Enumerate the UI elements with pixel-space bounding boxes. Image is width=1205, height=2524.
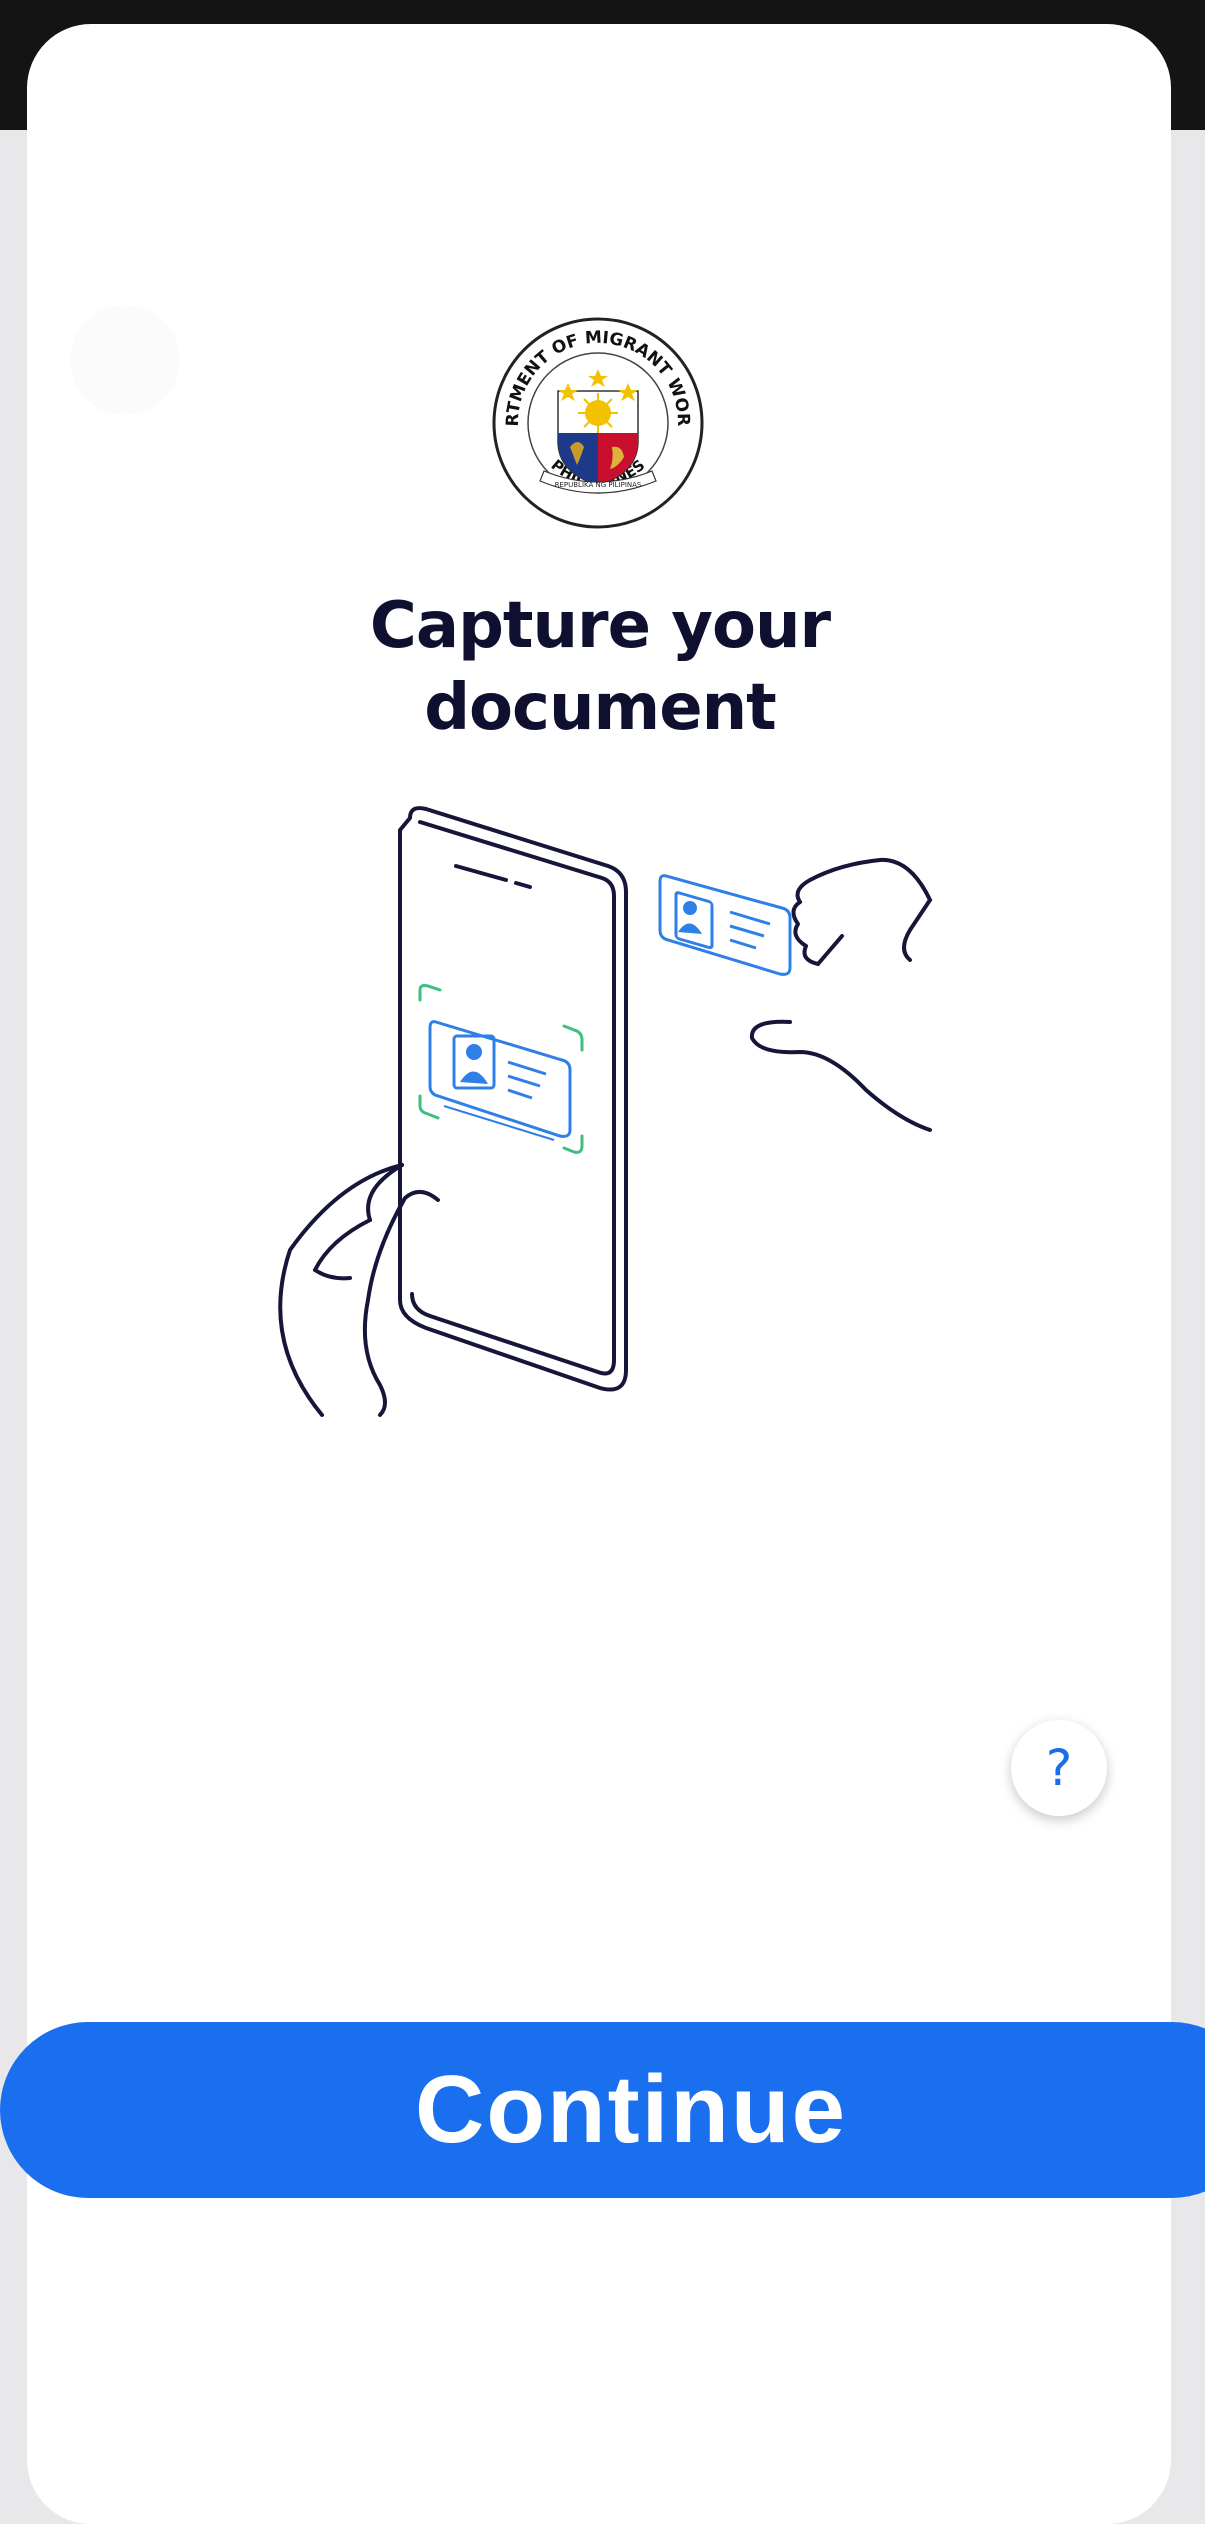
continue-button[interactable]: Continue [0,2022,1205,2198]
capture-document-illustration [278,806,932,1417]
help-icon: ? [1045,1739,1073,1797]
back-button-ghost[interactable] [70,305,180,415]
page-title: Capture your document [369,589,831,745]
svg-text:REPUBLIKA NG PILIPINAS: REPUBLIKA NG PILIPINAS [555,481,642,489]
help-button[interactable]: ? [1011,1720,1107,1816]
dmw-seal-logo: DEPARTMENT OF MIGRANT WORKERS PHILIPPINE… [488,313,704,529]
continue-button-label: Continue [415,2056,847,2163]
